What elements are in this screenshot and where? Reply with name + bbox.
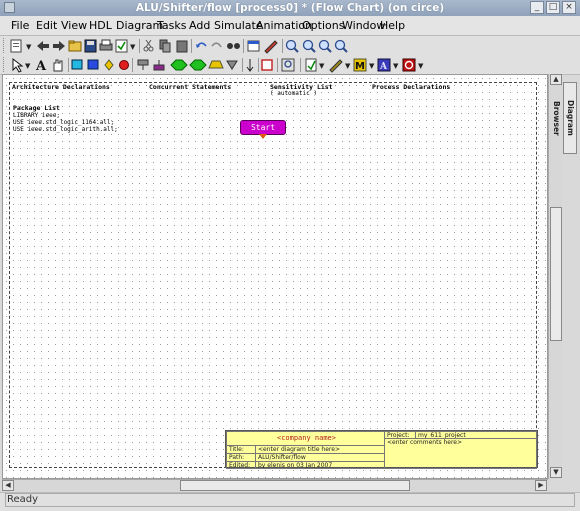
check-diagram-icon (305, 58, 317, 72)
svg-text:▼: ▼ (369, 62, 375, 70)
new-icon (10, 39, 22, 53)
text-icon: A (35, 59, 47, 73)
menu-window[interactable]: Window (342, 16, 385, 35)
start-node[interactable]: Start (240, 120, 286, 135)
zoom-out-icon (302, 39, 316, 53)
edit-icon (264, 40, 278, 54)
scroll-left-icon[interactable]: ◀ (2, 480, 14, 491)
horizontal-scroll-thumb[interactable] (180, 480, 410, 491)
package-line[interactable]: USE ieee.std_logic_arith.all; (13, 126, 118, 133)
svg-text:▼: ▼ (319, 62, 325, 70)
save-icon (84, 39, 97, 53)
svg-text:A: A (379, 62, 388, 72)
case-icon (208, 60, 224, 69)
menu-view[interactable]: View (61, 16, 87, 35)
menu-edit[interactable]: Edit (36, 16, 57, 35)
loop-icon (104, 59, 114, 71)
font-icon: A (377, 58, 391, 72)
menu-add[interactable]: Add (189, 16, 210, 35)
end-point-icon (153, 60, 165, 71)
color-icon (329, 59, 343, 73)
package-list-title[interactable]: Package List (13, 104, 60, 112)
redo-icon (211, 42, 222, 48)
svg-text:M: M (355, 61, 365, 72)
minimize-icon[interactable]: _ (530, 1, 544, 14)
diagram-frame (9, 82, 537, 468)
status-box (5, 493, 575, 507)
package-line[interactable]: LIBRARY ieee; (13, 112, 60, 119)
zoom-in-icon (285, 39, 299, 53)
menu-file[interactable]: File (11, 16, 29, 35)
toolbar-grip-2[interactable] (3, 57, 7, 72)
close-icon[interactable]: × (562, 1, 576, 14)
search-icon (281, 58, 295, 72)
action-box-icon (71, 59, 83, 70)
cut-icon (143, 39, 154, 52)
menu-tasks[interactable]: Tasks (157, 16, 186, 35)
find-icon (227, 43, 240, 49)
maximize-icon[interactable]: □ (546, 1, 560, 14)
check-icon (115, 39, 128, 53)
copy-icon (159, 39, 171, 53)
svg-text:▼: ▼ (393, 62, 399, 70)
vertical-scroll-thumb[interactable] (550, 207, 562, 341)
start-arrow (259, 134, 267, 139)
diagram-browser-label: Diagram Browser (552, 100, 575, 136)
svg-text:▼: ▼ (130, 43, 136, 51)
undo-icon (196, 42, 207, 48)
state-icon (87, 59, 99, 70)
process-declarations-header[interactable]: Process Declarations (372, 83, 450, 91)
rectangle-icon (261, 59, 273, 71)
zoom-fit-icon (318, 39, 332, 53)
concurrent-statements-header[interactable]: Concurrent Statements (149, 83, 231, 91)
print-icon (99, 39, 113, 51)
arrow-right-icon (53, 41, 65, 51)
scroll-right-icon[interactable]: ▶ (535, 480, 547, 491)
new-window-icon (247, 40, 260, 52)
arrow-left-icon (37, 41, 49, 51)
diagram-canvas[interactable]: Architecture Declarations Concurrent Sta… (2, 74, 548, 479)
company-name[interactable]: <company name> (226, 431, 385, 446)
diagram-toolbar-icons: ▼ A ▼ ▼ M ▼ A ▼ ▼ (12, 57, 424, 73)
horizontal-scrollbar[interactable]: ◀ ▶ (2, 479, 548, 491)
edited-label: Edited: (226, 461, 256, 469)
package-line[interactable]: USE ieee.std_logic_1164.all; (13, 119, 114, 126)
paste-icon (176, 40, 188, 53)
main-toolbar-icons: ▼ ▼ (10, 39, 348, 54)
scroll-up-icon[interactable]: ▲ (550, 74, 562, 85)
bold-m-icon: M (353, 58, 367, 72)
down-line-icon (246, 59, 254, 72)
svg-text:▼: ▼ (25, 62, 31, 70)
pan-icon (53, 59, 63, 72)
status-text: Ready (7, 494, 39, 505)
svg-text:▼: ▼ (345, 62, 351, 70)
edited-value[interactable]: by elenis on 03 Jan 2007 (255, 461, 385, 469)
architecture-declarations-header[interactable]: Architecture Declarations (12, 83, 110, 91)
zoom-area-icon (334, 39, 348, 53)
menu-hdl[interactable]: HDL (89, 16, 112, 35)
comments-field[interactable]: <enter comments here> (384, 438, 537, 469)
start-point-icon (137, 59, 149, 70)
toolbar-grip[interactable] (3, 38, 7, 53)
wait-icon (189, 59, 207, 71)
open-folder-icon (68, 40, 82, 52)
down-arrow-icon (226, 60, 238, 70)
select-icon (12, 57, 24, 73)
scroll-down-icon[interactable]: ▼ (550, 467, 562, 478)
svg-text:▼: ▼ (26, 43, 32, 51)
title-block[interactable]: <company name> Title: <enter diagram tit… (225, 430, 538, 469)
menu-help[interactable]: Help (380, 16, 405, 35)
menu-options[interactable]: Options (302, 16, 344, 35)
window-title: ALU/Shifter/flow [process0] * (Flow Char… (135, 2, 445, 14)
sensitivity-list-value[interactable]: ( automatic ) (270, 90, 317, 97)
decision-icon (170, 59, 188, 71)
no-entry-icon (402, 58, 416, 72)
stop-icon (119, 60, 129, 70)
svg-text:▼: ▼ (418, 62, 424, 70)
svg-text:A: A (35, 59, 47, 73)
